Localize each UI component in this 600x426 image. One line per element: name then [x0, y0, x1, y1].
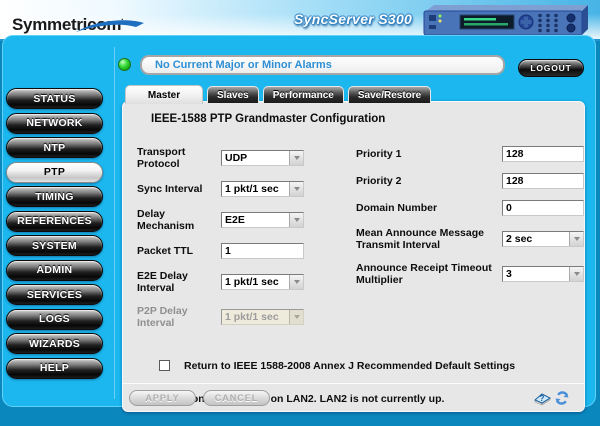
annex-j-default-row: Return to IEEE 1588-2008 Annex J Recomme… [159, 360, 584, 372]
field-control[interactable]: 1 pkt/1 sec [221, 274, 304, 290]
field-packet-ttl: Packet TTL 1 [137, 243, 320, 259]
tab-performance[interactable]: Performance [263, 86, 344, 103]
field-control[interactable]: 2 sec [502, 231, 584, 247]
field-control[interactable]: 3 [502, 266, 584, 282]
dropdown-arrow-icon[interactable] [289, 275, 303, 289]
field-label: Packet TTL [137, 245, 221, 257]
sidebar-item-ptp[interactable]: PTP [6, 162, 103, 183]
footer-icons: ? [534, 390, 570, 406]
dropdown-arrow-icon[interactable] [569, 232, 583, 246]
product-name: SyncServer S300 [294, 11, 412, 27]
alarm-text: No Current Major or Minor Alarms [155, 59, 332, 71]
logo-swoosh-icon [76, 18, 148, 33]
field-label: Mean Announce Message Transmit Interval [356, 227, 502, 251]
field-value: 1 [222, 244, 303, 258]
sidebar-item-ntp[interactable]: NTP [6, 137, 103, 158]
dropdown-arrow-icon[interactable] [289, 213, 303, 227]
field-value: 2 sec [503, 232, 569, 246]
field-label: Delay Mechanism [137, 208, 221, 232]
field-priority-2: Priority 2 128 [356, 173, 584, 189]
field-control[interactable]: 1 [221, 243, 304, 259]
field-label: E2E Delay Interval [137, 270, 221, 294]
field-mean-announce-transmit-interval: Mean Announce Message Transmit Interval … [356, 227, 584, 251]
sidebar-item-timing[interactable]: TIMING [6, 186, 103, 207]
sidebar-nav: STATUS NETWORK NTP PTP TIMING REFERENCES [6, 88, 106, 382]
dropdown-arrow-icon[interactable] [289, 182, 303, 196]
field-value: UDP [222, 151, 289, 165]
field-control[interactable]: UDP [221, 150, 304, 166]
field-control[interactable]: 128 [502, 173, 584, 189]
device-image [422, 2, 590, 37]
cancel-button[interactable]: CANCEL [203, 390, 270, 406]
field-control[interactable]: E2E [221, 212, 304, 228]
brand-logo: Symmetricom· [12, 15, 124, 35]
field-e2e-delay-interval: E2E Delay Interval 1 pkt/1 sec [137, 270, 320, 294]
sidebar-item-network[interactable]: NETWORK [6, 113, 103, 134]
sidebar-item-admin[interactable]: ADMIN [6, 260, 103, 281]
content-panel: IEEE-1588 PTP Grandmaster Configuration … [122, 101, 585, 412]
tab-bar: Master Slaves Performance Save/Restore [125, 85, 431, 104]
alarm-status-message: No Current Major or Minor Alarms [140, 55, 505, 75]
page-title: IEEE-1588 PTP Grandmaster Configuration [151, 113, 584, 125]
field-label: Priority 1 [356, 148, 502, 160]
apply-button[interactable]: APPLY [129, 390, 196, 406]
sidebar-item-wizards[interactable]: WIZARDS [6, 333, 103, 354]
form-column-left: Transport Protocol UDP Sync Interval 1 p… [137, 146, 320, 341]
field-control[interactable]: 128 [502, 146, 584, 162]
panel-footer: APPLY CANCEL ? [123, 383, 584, 411]
sidebar-item-services[interactable]: SERVICES [6, 284, 103, 305]
field-value: 1 pkt/1 sec [222, 275, 289, 289]
field-announce-receipt-timeout-multiplier: Announce Receipt Timeout Multiplier 3 [356, 262, 584, 286]
sidebar-item-status[interactable]: STATUS [6, 88, 103, 109]
field-value: 1 pkt/1 sec [222, 310, 289, 324]
field-sync-interval: Sync Interval 1 pkt/1 sec [137, 181, 320, 197]
syncserver-web-ui: Symmetricom· SyncServer S300 [0, 0, 600, 426]
field-transport-protocol: Transport Protocol UDP [137, 146, 320, 170]
dropdown-arrow-icon[interactable] [289, 310, 303, 324]
field-value: 1 pkt/1 sec [222, 182, 289, 196]
sidebar-divider [114, 47, 115, 399]
field-delay-mechanism: Delay Mechanism E2E [137, 208, 320, 232]
annex-j-default-label: Return to IEEE 1588-2008 Annex J Recomme… [184, 360, 515, 372]
field-value: 3 [503, 267, 569, 281]
field-control[interactable]: 1 pkt/1 sec [221, 309, 304, 325]
form-column-right: Priority 1 128 Priority 2 128 [356, 146, 584, 341]
field-p2p-delay-interval: P2P Delay Interval 1 pkt/1 sec [137, 305, 320, 329]
sidebar-item-references[interactable]: REFERENCES [6, 211, 103, 232]
field-value: 0 [503, 201, 583, 215]
tab-slaves[interactable]: Slaves [207, 86, 259, 103]
ptp-config-form: Transport Protocol UDP Sync Interval 1 p… [137, 146, 584, 341]
sidebar-item-logs[interactable]: LOGS [6, 309, 103, 330]
field-control[interactable]: 0 [502, 200, 584, 216]
field-label: Sync Interval [137, 183, 221, 195]
annex-j-default-checkbox[interactable] [159, 360, 170, 371]
field-priority-1: Priority 1 128 [356, 146, 584, 162]
sidebar-item-system[interactable]: SYSTEM [6, 235, 103, 256]
field-control[interactable]: 1 pkt/1 sec [221, 181, 304, 197]
field-label: Priority 2 [356, 175, 502, 187]
alarm-status-led [118, 58, 131, 71]
field-domain-number: Domain Number 0 [356, 200, 584, 216]
svg-text:?: ? [540, 394, 545, 403]
field-label: Domain Number [356, 202, 502, 214]
field-value: 128 [503, 147, 583, 161]
sidebar-item-help[interactable]: HELP [6, 358, 103, 379]
field-label: Announce Receipt Timeout Multiplier [356, 262, 502, 286]
dropdown-arrow-icon[interactable] [289, 151, 303, 165]
field-value: E2E [222, 213, 289, 227]
field-label: P2P Delay Interval [137, 305, 221, 329]
tab-save-restore[interactable]: Save/Restore [348, 86, 431, 103]
logout-button[interactable]: LOGOUT [518, 59, 584, 77]
refresh-icon[interactable] [554, 390, 570, 406]
field-value: 128 [503, 174, 583, 188]
field-label: Transport Protocol [137, 146, 221, 170]
dropdown-arrow-icon[interactable] [569, 267, 583, 281]
tab-master[interactable]: Master [125, 85, 203, 104]
help-icon[interactable]: ? [534, 390, 551, 406]
